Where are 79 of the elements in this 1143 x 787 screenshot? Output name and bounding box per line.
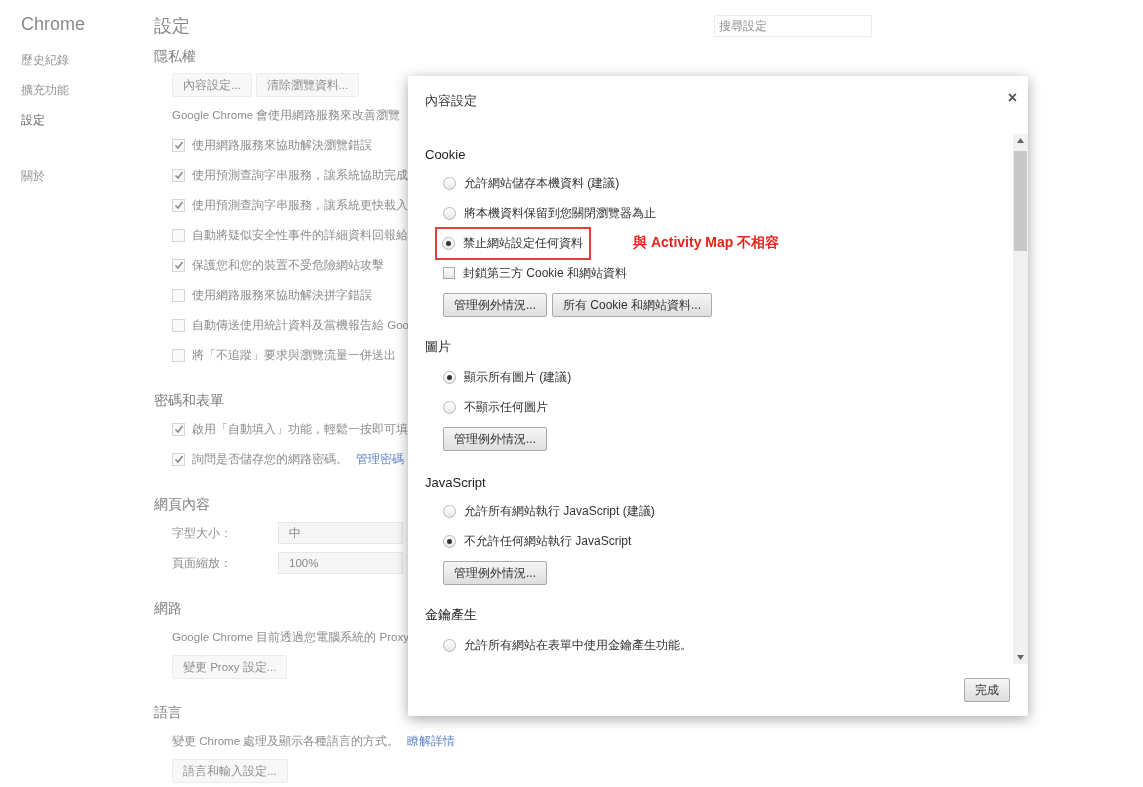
scroll-down-arrow-icon[interactable] (1017, 655, 1024, 660)
checkbox-label: 使用預測查詢字串服務，讓系統更快載入 (192, 197, 408, 213)
radio-label: 將本機資料保留到您關閉瀏覽器為止 (464, 204, 656, 222)
radio-label: 允許所有網站在表單中使用金鑰產生功能。 (464, 636, 692, 654)
checkbox[interactable] (172, 258, 185, 272)
section-title: 網路 (154, 600, 182, 618)
section-title: 隱私權 (154, 48, 196, 66)
dropdown[interactable]: 中 (278, 522, 403, 544)
dialog-button[interactable]: 管理例外情況... (443, 293, 547, 317)
select-label: 頁面縮放： (172, 555, 233, 571)
scrollbar-thumb[interactable] (1014, 151, 1027, 251)
radio-button[interactable] (443, 504, 456, 518)
checkbox[interactable] (172, 318, 185, 332)
section-title: 語言 (154, 704, 182, 722)
radio-label: 不顯示任何圖片 (464, 398, 548, 416)
annotation-text: 與 Activity Map 不相容 (633, 234, 780, 252)
checkbox-label: 封鎖第三方 Cookie 和網站資料 (463, 264, 628, 282)
sidebar-item[interactable]: 關於 (0, 167, 154, 185)
settings-button[interactable]: 清除瀏覽資料... (255, 73, 360, 97)
description-text: Google Chrome 目前透過您電腦系統的 Proxy (172, 629, 409, 645)
radio-label: 顯示所有圖片 (建議) (464, 368, 572, 386)
checkbox[interactable] (172, 138, 185, 152)
dialog-button[interactable]: 管理例外情況... (443, 561, 547, 585)
dialog-button[interactable]: 所有 Cookie 和網站資料... (552, 293, 713, 317)
radio-label: 禁止網站設定任何資料 (463, 234, 583, 252)
radio-label: 允許網站儲存本機資料 (建議) (464, 174, 620, 192)
checkbox-label: 自動傳送使用統計資料及當機報告給 Goo (192, 317, 409, 333)
section-title: 密碼和表單 (154, 392, 224, 410)
dialog-title: 內容設定 (425, 92, 477, 110)
checkbox-label: 啟用「自動填入」功能，輕鬆一按即可填 (192, 421, 408, 437)
radio-button[interactable] (442, 236, 455, 250)
search-field[interactable]: 搜尋設定 (714, 15, 872, 37)
checkbox[interactable] (172, 288, 185, 302)
checkbox-label: 使用網路服務來協助解決拼字錯誤 (192, 287, 372, 303)
manage-link[interactable]: 管理密碼 (356, 451, 404, 467)
checkbox-label: 將「不追蹤」要求與瀏覽流量一併送出 (192, 347, 396, 363)
settings-button[interactable]: 語言和輸入設定... (172, 759, 288, 783)
settings-button[interactable]: 變更 Proxy 設定... (172, 655, 288, 679)
radio-button[interactable] (443, 370, 456, 384)
radio-button[interactable] (443, 534, 456, 548)
checkbox-label: 保護您和您的裝置不受危險網站攻擊 (192, 257, 384, 273)
app-title: Chrome (20, 14, 87, 35)
description-text: Google Chrome 會使用網路服務來改善瀏覽 (172, 107, 401, 123)
section-title: Cookie (425, 146, 467, 162)
page-title: 設定 (154, 15, 190, 38)
radio-button[interactable] (443, 638, 456, 652)
radio-label: 不允許任何網站執行 JavaScript (464, 532, 632, 550)
checkbox[interactable] (172, 228, 185, 242)
select-label: 字型大小： (172, 525, 233, 541)
sidebar-item[interactable]: 設定 (0, 111, 154, 129)
section-title: 網頁內容 (154, 496, 210, 514)
section-title: 圖片 (425, 338, 452, 356)
checkbox[interactable] (172, 198, 185, 212)
checkbox[interactable] (172, 348, 185, 362)
radio-label: 允許所有網站執行 JavaScript (建議) (464, 502, 655, 520)
settings-button[interactable]: 內容設定... (172, 73, 252, 97)
close-button[interactable]: × (1004, 90, 1020, 106)
scroll-up-arrow-icon[interactable] (1017, 138, 1024, 143)
checkbox[interactable] (443, 267, 455, 279)
done-button[interactable]: 完成 (964, 678, 1010, 702)
section-title: 金鑰產生 (425, 606, 478, 624)
checkbox-label: 使用網路服務來協助解決瀏覽錯誤 (192, 137, 372, 153)
scrollbar[interactable] (1013, 134, 1028, 664)
sidebar-item[interactable]: 歷史紀錄 (0, 51, 154, 69)
checkbox-label: 詢問是否儲存您的網路密碼。 (192, 451, 348, 467)
checkbox[interactable] (172, 168, 185, 182)
radio-button[interactable] (443, 400, 456, 414)
dialog-button[interactable]: 管理例外情況... (443, 427, 547, 451)
dropdown[interactable]: 100% (278, 552, 403, 574)
learn-more-link[interactable]: 瞭解詳情 (407, 733, 456, 749)
checkbox[interactable] (172, 452, 185, 466)
section-title: JavaScript (425, 474, 487, 490)
radio-button[interactable] (443, 176, 456, 190)
checkbox-label: 自動將疑似安全性事件的詳細資料回報給 (192, 227, 408, 243)
description-text: 變更 Chrome 處理及顯示各種語言的方式。 (172, 733, 400, 749)
checkbox[interactable] (172, 422, 185, 436)
checkbox-label: 使用預測查詢字串服務，讓系統協助完成 (192, 167, 408, 183)
sidebar-item[interactable]: 擴充功能 (0, 81, 154, 99)
radio-button[interactable] (443, 206, 456, 220)
